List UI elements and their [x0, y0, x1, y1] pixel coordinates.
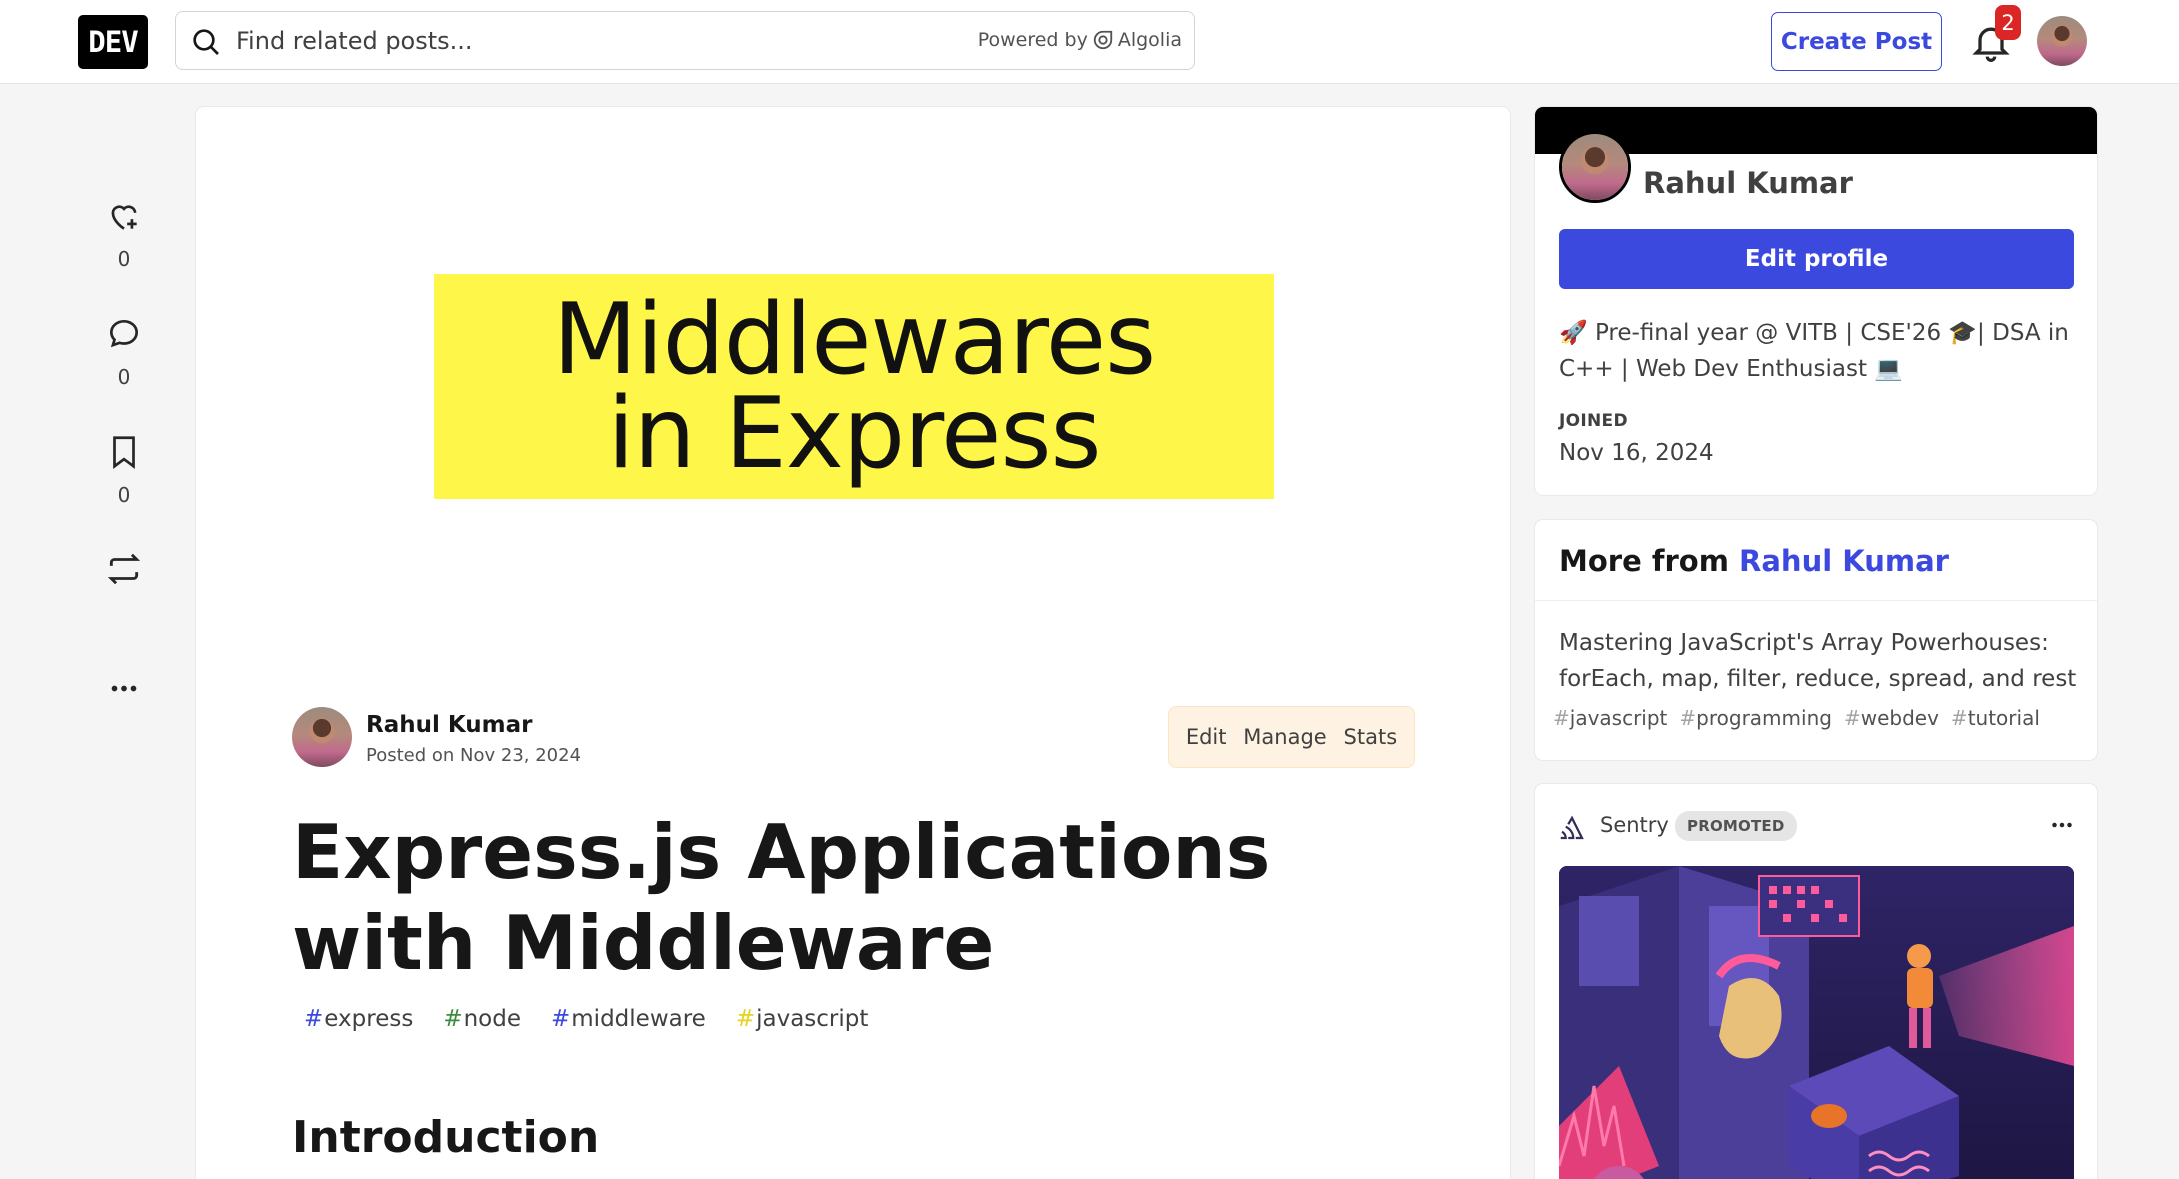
promoted-badge: PROMOTED: [1675, 811, 1797, 841]
profile-bio: 🚀 Pre-final year @ VITB | CSE'26 🎓| DSA …: [1559, 320, 2069, 382]
create-post-button[interactable]: Create Post: [1771, 12, 1942, 71]
tag-javascript[interactable]: #javascript: [726, 1000, 879, 1038]
manage-link[interactable]: Manage: [1237, 719, 1332, 755]
more-from-prefix: More from: [1559, 544, 1729, 578]
stats-link[interactable]: Stats: [1338, 719, 1404, 755]
profile-avatar[interactable]: [1559, 131, 1631, 203]
tag-label: node: [463, 1006, 521, 1032]
search-icon[interactable]: [190, 26, 222, 58]
tag-label: middleware: [571, 1006, 706, 1032]
cover-text-line1: Middlewares: [552, 282, 1156, 397]
edit-link[interactable]: Edit: [1180, 719, 1233, 755]
tag-tutorial[interactable]: #tutorial: [1951, 706, 2040, 730]
dev-logo[interactable]: DEV: [78, 15, 148, 69]
share-button[interactable]: [100, 550, 148, 588]
more-horizontal-icon[interactable]: [2047, 810, 2077, 840]
tag-programming[interactable]: #programming: [1679, 706, 1832, 730]
sponsor-illustration[interactable]: [1559, 866, 2074, 1179]
cover-text-line2: in Express: [607, 376, 1101, 491]
sponsor-name[interactable]: Sentry: [1600, 813, 1669, 837]
article-title: Express.js Applications with Middleware: [292, 808, 1271, 987]
tag-middleware[interactable]: #middleware: [541, 1000, 716, 1038]
bookmark-icon: [113, 436, 135, 469]
bookmark-button[interactable]: 0: [100, 433, 148, 507]
posted-date: Posted on Nov 23, 2024: [366, 745, 582, 766]
author-actions: Edit Manage Stats: [1168, 706, 1415, 768]
article-tags: #express #node #middleware #javascript: [294, 1000, 878, 1038]
divider: [1535, 600, 2097, 601]
joined-date: Nov 16, 2024: [1559, 440, 1714, 466]
reaction-button[interactable]: 0: [100, 197, 148, 271]
tag-hash: #: [304, 1006, 324, 1032]
logo-text: DEV: [88, 25, 138, 59]
search-box[interactable]: Powered by Algolia: [175, 11, 1195, 70]
tag-label: express: [324, 1006, 414, 1032]
repost-icon: [107, 553, 141, 585]
profile-name[interactable]: Rahul Kumar: [1643, 166, 1853, 200]
tag-label: javascript: [756, 1006, 869, 1032]
powered-by-label: Powered by: [977, 29, 1088, 51]
more-from-post-link[interactable]: Mastering JavaScript's Array Powerhouses…: [1559, 625, 2079, 697]
isometric-illustration: [1559, 866, 2074, 1179]
tag-webdev[interactable]: #webdev: [1844, 706, 1939, 730]
more-from-heading: More from Rahul Kumar: [1559, 544, 1949, 578]
user-avatar[interactable]: [2037, 16, 2087, 66]
more-options-button[interactable]: [100, 660, 148, 698]
more-horizontal-icon: [111, 685, 137, 692]
tag-hash: #: [551, 1006, 571, 1032]
sponsor-card: Sentry PROMOTED: [1535, 784, 2097, 1179]
comment-button[interactable]: 0: [100, 315, 148, 389]
edit-profile-button[interactable]: Edit profile: [1559, 229, 2074, 289]
tag-express[interactable]: #express: [294, 1000, 423, 1038]
algolia-icon: [1093, 30, 1112, 50]
top-header: DEV Powered by Algolia Create Post 2: [0, 0, 2179, 84]
powered-by-algolia[interactable]: Powered by Algolia: [978, 29, 1182, 51]
tag-javascript[interactable]: #javascript: [1553, 706, 1667, 730]
more-from-tags: #javascript #programming #webdev #tutori…: [1553, 706, 2040, 730]
heart-plus-icon: [111, 205, 137, 230]
article-card: Middlewares in Express Rahul Kumar Poste…: [196, 107, 1510, 1179]
author-avatar[interactable]: [292, 707, 352, 767]
tag-hash: #: [443, 1006, 463, 1032]
bookmark-count: 0: [117, 483, 131, 507]
author-name[interactable]: Rahul Kumar: [366, 712, 533, 738]
search-input[interactable]: [236, 21, 936, 61]
cover-image: Middlewares in Express: [434, 274, 1274, 499]
more-from-author-link[interactable]: Rahul Kumar: [1739, 544, 1949, 578]
sentry-logo-icon: [1560, 815, 1584, 840]
tag-hash: #: [735, 1006, 756, 1032]
notification-count-badge: 2: [1995, 5, 2021, 40]
section-heading: Introduction: [292, 1112, 600, 1163]
tag-node[interactable]: #node: [433, 1000, 531, 1038]
comment-count: 0: [117, 365, 131, 389]
author-profile-card: Rahul Kumar Edit profile 🚀 Pre-final yea…: [1535, 107, 2097, 495]
joined-label: JOINED: [1559, 411, 1628, 431]
comment-icon: [109, 319, 139, 348]
reaction-count: 0: [117, 247, 131, 271]
more-from-card: More from Rahul Kumar Mastering JavaScri…: [1535, 520, 2097, 760]
algolia-label: Algolia: [1117, 29, 1182, 51]
